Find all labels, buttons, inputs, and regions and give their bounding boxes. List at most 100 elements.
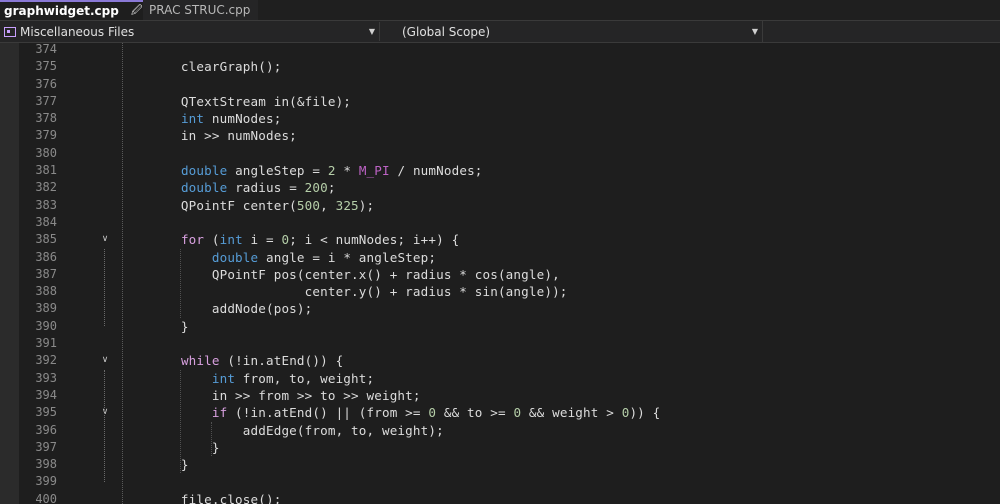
code-text: double radius = 200; <box>150 179 336 196</box>
code-text: QTextStream in(&file); <box>150 93 351 110</box>
code-token: * <box>335 163 359 179</box>
code-token: 0 <box>428 405 437 421</box>
code-token: && weight > <box>521 405 622 421</box>
line-number: 376 <box>35 76 57 91</box>
miscellaneous-files-icon <box>4 26 16 37</box>
code-token: / numNodes; <box>389 163 483 179</box>
code-line[interactable]: 381 double angleStep = 2 * M_PI / numNod… <box>19 162 1000 179</box>
line-number: 381 <box>35 163 57 178</box>
code-line[interactable]: 397 } <box>19 439 1000 456</box>
code-text: int from, to, weight; <box>150 370 374 387</box>
line-number: 375 <box>35 59 57 74</box>
code-token: 325 <box>335 197 359 213</box>
line-number: 388 <box>35 284 57 299</box>
line-number: 394 <box>35 387 57 402</box>
code-text: } <box>150 318 189 335</box>
code-text: QPointF pos(center.x() + radius * cos(an… <box>150 266 560 283</box>
member-dropdown-area[interactable] <box>762 21 1000 42</box>
code-text: double angleStep = 2 * M_PI / numNodes; <box>150 162 483 179</box>
dropdown-arrow-icon[interactable]: ▼ <box>365 27 379 36</box>
code-line[interactable]: 395 ∨ if (!in.atEnd() || (from >= 0 && to… <box>19 404 1000 421</box>
code-token: radius = <box>227 180 305 196</box>
visual-studio-editor-window: graphwidget.cpp 🖉 ✕ PRAC STRUC.cpp Misce… <box>0 0 1000 504</box>
code-line[interactable]: 384 <box>19 214 1000 231</box>
code-line[interactable]: 400 file.close(); <box>19 491 1000 504</box>
code-token: from, to, weight; <box>235 370 375 386</box>
code-line[interactable]: 380 <box>19 145 1000 162</box>
code-line[interactable]: 385 ∨ for (int i = 0; i < numNodes; i++) … <box>19 231 1000 248</box>
line-number: 400 <box>35 491 57 504</box>
collapse-chevron-icon[interactable]: ∨ <box>99 352 111 369</box>
scope-dropdown[interactable]: (Global Scope) ▼ <box>396 22 762 41</box>
code-token: i = <box>242 232 282 248</box>
code-text: while (!in.atEnd()) { <box>150 352 343 369</box>
code-editor[interactable]: 374 375 clearGraph(); 376 377 QTextStream i… <box>0 43 1000 504</box>
outline-fold-guide <box>104 248 106 327</box>
code-line[interactable]: 393 int from, to, weight; <box>19 370 1000 387</box>
code-text: for (int i = 0; i < numNodes; i++) { <box>150 231 459 248</box>
code-line[interactable]: 379 in >> numNodes; <box>19 127 1000 144</box>
code-line[interactable]: 387 QPointF pos(center.x() + radius * co… <box>19 266 1000 283</box>
code-line[interactable]: 376 <box>19 76 1000 93</box>
code-line[interactable]: 392 ∨ while (!in.atEnd()) { <box>19 352 1000 369</box>
code-text: double angle = i * angleStep; <box>150 249 436 266</box>
line-number: 396 <box>35 422 57 437</box>
code-text: in >> numNodes; <box>150 127 297 144</box>
code-token: angle = i * angleStep; <box>258 249 437 265</box>
code-line[interactable]: 388 center.y() + radius * sin(angle)); <box>19 283 1000 300</box>
tab-graphwidget-cpp[interactable]: graphwidget.cpp 🖉 ✕ <box>0 0 154 21</box>
code-token: while <box>180 353 220 369</box>
code-token: int <box>211 370 236 386</box>
dropdown-arrow-icon[interactable]: ▼ <box>748 27 762 36</box>
project-files-dropdown[interactable]: Miscellaneous Files ▼ <box>0 22 380 41</box>
code-token: )) { <box>629 405 661 421</box>
code-line[interactable]: 389 addNode(pos); <box>19 300 1000 317</box>
code-token: QPointF center( <box>150 197 297 213</box>
code-line[interactable]: 377 QTextStream in(&file); <box>19 93 1000 110</box>
code-line[interactable]: 399 <box>19 473 1000 490</box>
line-number: 382 <box>35 180 57 195</box>
indent-guide <box>180 369 182 474</box>
code-line[interactable]: 375 clearGraph(); <box>19 58 1000 75</box>
code-line[interactable]: 391 <box>19 335 1000 352</box>
project-files-dropdown-value: Miscellaneous Files <box>20 24 135 39</box>
line-number: 393 <box>35 370 57 385</box>
outline-fold-guide <box>104 369 106 483</box>
code-line[interactable]: 383 QPointF center(500, 325); <box>19 197 1000 214</box>
code-token: 2 <box>327 163 336 179</box>
code-token: } <box>150 439 220 455</box>
pin-icon[interactable]: 🖉 <box>131 2 143 21</box>
code-token: && to >= <box>436 405 514 421</box>
code-token: int <box>219 232 243 248</box>
code-token: clearGraph(); <box>150 59 282 75</box>
line-number: 386 <box>35 249 57 264</box>
tab-label: PRAC STRUC.cpp <box>149 3 251 17</box>
code-token: M_PI <box>358 163 390 179</box>
code-line[interactable]: 386 double angle = i * angleStep; <box>19 249 1000 266</box>
code-token: } <box>150 457 189 473</box>
code-line[interactable]: 394 in >> from >> to >> weight; <box>19 387 1000 404</box>
code-line[interactable]: 382 double radius = 200; <box>19 179 1000 196</box>
code-line[interactable]: 398 } <box>19 456 1000 473</box>
code-token: QPointF pos(center.x() + radius * cos(an… <box>150 266 560 282</box>
collapse-chevron-icon[interactable]: ∨ <box>99 231 111 248</box>
line-number: 389 <box>35 301 57 316</box>
code-token: numNodes; <box>204 111 282 127</box>
line-number: 399 <box>35 474 57 489</box>
code-token: ; i < numNodes; i++) { <box>289 232 460 248</box>
code-token: QTextStream in(&file); <box>150 93 352 109</box>
line-number: 398 <box>35 457 57 472</box>
line-number: 387 <box>35 266 57 281</box>
code-token: file.close(); <box>150 491 282 504</box>
code-line[interactable]: 378 int numNodes; <box>19 110 1000 127</box>
tab-label: graphwidget.cpp <box>4 4 119 18</box>
code-text: } <box>150 456 189 473</box>
code-token: angleStep = <box>227 163 328 179</box>
code-line[interactable]: 374 <box>19 43 1000 58</box>
tab-prac-struc-cpp[interactable]: PRAC STRUC.cpp <box>143 0 259 20</box>
code-line[interactable]: 396 addEdge(from, to, weight); <box>19 422 1000 439</box>
code-token: ); <box>358 197 375 213</box>
code-line[interactable]: 390 } <box>19 318 1000 335</box>
